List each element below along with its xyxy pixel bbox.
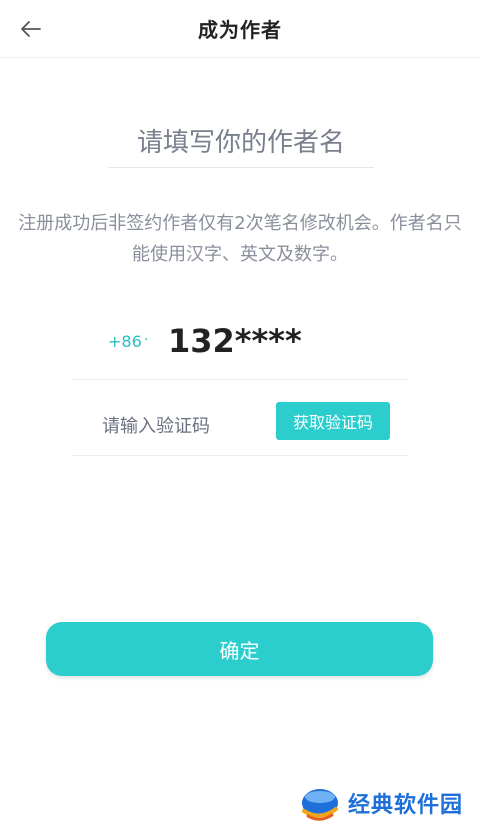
rename-notice: 注册成功后非签约作者仅有2次笔名修改机会。作者名只能使用汉字、英文及数字。 bbox=[18, 213, 462, 265]
country-code[interactable]: +86 bbox=[108, 332, 142, 351]
author-name-input[interactable] bbox=[108, 118, 374, 167]
become-author-page: 成为作者 注册成功后非签约作者仅有2次笔名修改机会。作者名只能使用汉字、英文及数… bbox=[0, 0, 480, 833]
confirm-button[interactable]: 确定 bbox=[46, 622, 433, 676]
watermark-text: 经典软件园 bbox=[348, 793, 464, 818]
phone-row: +86 · 132**** bbox=[72, 310, 408, 380]
back-arrow-icon bbox=[21, 21, 41, 37]
page-title: 成为作者 bbox=[198, 18, 282, 42]
header: 成为作者 bbox=[0, 0, 480, 58]
watermark: 经典软件园 bbox=[298, 780, 478, 826]
get-code-button[interactable]: 获取验证码 bbox=[276, 402, 390, 440]
verification-code-row: 获取验证码 bbox=[72, 394, 408, 456]
back-button[interactable] bbox=[20, 14, 52, 44]
country-code-separator: · bbox=[144, 332, 149, 348]
verification-code-input[interactable] bbox=[102, 408, 272, 444]
author-name-field[interactable] bbox=[108, 118, 374, 168]
phone-number: 132**** bbox=[168, 322, 302, 360]
watermark-logo-icon bbox=[302, 789, 338, 821]
